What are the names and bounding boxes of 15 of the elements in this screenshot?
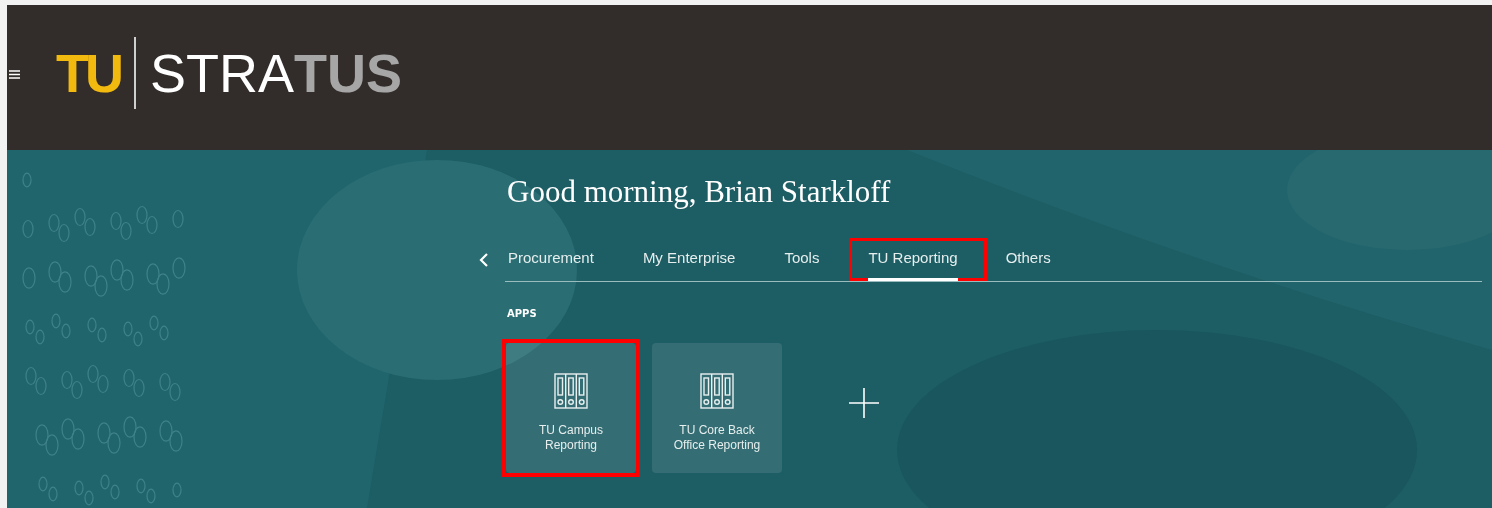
app-tile[interactable]: TU Core Back Office Reporting — [652, 343, 782, 473]
menu-icon[interactable] — [9, 70, 20, 79]
chevron-left-icon[interactable] — [479, 253, 489, 267]
logo: TU STRATUS — [56, 36, 402, 109]
add-icon[interactable] — [849, 388, 879, 418]
app-tile[interactable]: TU Campus Reporting — [506, 343, 636, 473]
tab[interactable]: Others — [1002, 238, 1067, 281]
binders-icon — [700, 373, 734, 409]
tab[interactable]: TU Reporting — [849, 238, 987, 281]
section-heading: APPS — [507, 308, 538, 319]
greeting: Good morning, Brian Starkloff — [507, 174, 892, 210]
tab[interactable]: Procurement — [505, 238, 610, 281]
tab[interactable]: Tools — [781, 238, 836, 281]
binders-icon — [554, 373, 588, 409]
tab[interactable]: My Enterprise — [639, 238, 752, 281]
